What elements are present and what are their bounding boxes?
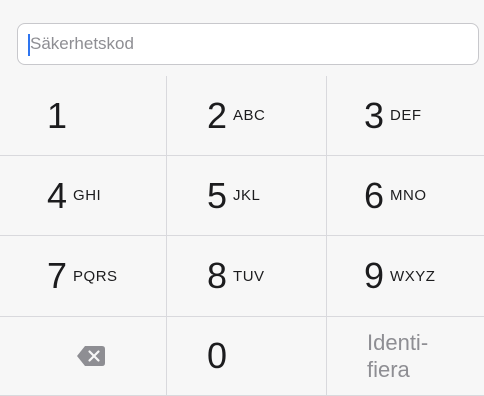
key-9[interactable]: 9 WXYZ — [327, 236, 484, 317]
key-1[interactable]: 1 — [0, 76, 167, 156]
key-digit: 0 — [207, 335, 228, 376]
key-letters: WXYZ — [390, 267, 436, 285]
key-letters: TUV — [233, 267, 265, 285]
key-letters: ABC — [233, 107, 266, 124]
key-6[interactable]: 6 MNO — [327, 156, 484, 236]
key-digit: 9 — [364, 255, 385, 296]
key-4[interactable]: 4 GHI — [0, 156, 167, 236]
delete-backspace-icon — [76, 345, 106, 367]
security-code-field[interactable] — [17, 23, 479, 65]
numeric-keypad: 1 2 ABC 3 DEF 4 GHI 5 JKL 6 MNO 7 PQRS 8… — [0, 76, 484, 396]
key-digit: 8 — [207, 255, 228, 296]
key-letters: MNO — [390, 187, 427, 204]
key-digit: 1 — [47, 94, 68, 136]
key-digit: 7 — [47, 255, 68, 296]
key-7[interactable]: 7 PQRS — [0, 236, 167, 317]
identify-label: Identi- fiera — [367, 330, 429, 382]
key-letters: PQRS — [73, 267, 118, 285]
key-digit: 2 — [207, 94, 228, 136]
key-8[interactable]: 8 TUV — [167, 236, 327, 317]
key-5[interactable]: 5 JKL — [167, 156, 327, 236]
key-0[interactable]: 0 — [167, 317, 327, 396]
key-2[interactable]: 2 ABC — [167, 76, 327, 156]
key-letters: GHI — [73, 187, 102, 204]
key-3[interactable]: 3 DEF — [327, 76, 484, 156]
key-letters: JKL — [233, 187, 261, 204]
input-area — [0, 0, 484, 76]
identify-key[interactable]: Identi- fiera — [327, 317, 484, 396]
key-letters: DEF — [390, 107, 422, 124]
security-code-input[interactable] — [30, 24, 460, 64]
key-digit: 6 — [364, 174, 385, 216]
key-digit: 4 — [47, 174, 68, 216]
key-digit: 5 — [207, 174, 228, 216]
delete-key[interactable] — [0, 317, 167, 396]
key-digit: 3 — [364, 94, 385, 136]
